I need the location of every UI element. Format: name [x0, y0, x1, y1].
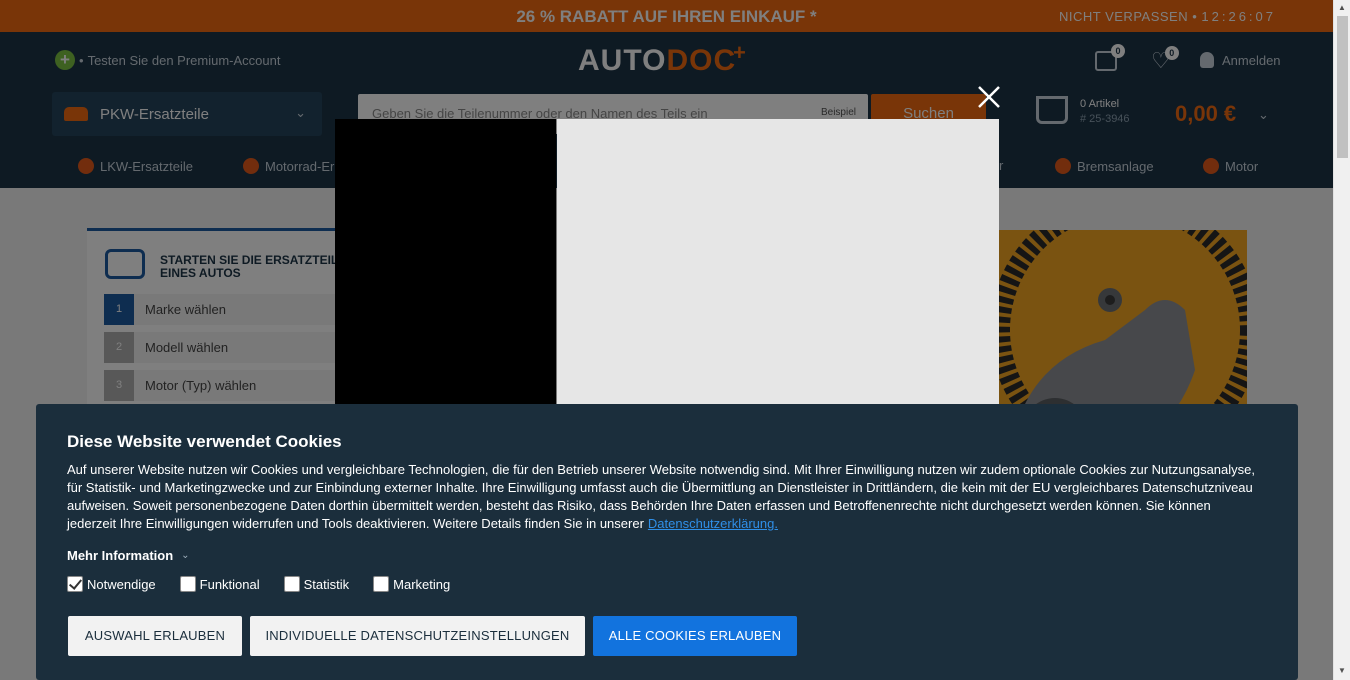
checkbox-label: Statistik [303, 576, 350, 592]
checkbox-funktional[interactable]: Funktional [179, 576, 260, 592]
cookie-categories: Notwendige Funktional Statistik Marketin… [67, 576, 450, 592]
checkbox-label: Marketing [393, 576, 451, 592]
cookie-banner: Diese Website verwendet Cookies Auf unse… [36, 404, 1298, 680]
checkbox-marketing[interactable]: Marketing [373, 576, 450, 592]
close-icon[interactable] [974, 82, 1004, 112]
more-info-toggle[interactable]: Mehr Information ⌄ [67, 548, 190, 563]
cookie-title: Diese Website verwendet Cookies [67, 432, 342, 451]
scroll-thumb[interactable] [1337, 16, 1348, 158]
privacy-policy-link[interactable]: Datenschutzerklärung. [648, 516, 778, 531]
checkbox[interactable] [67, 576, 83, 592]
modal-content-panel [557, 119, 999, 409]
allow-all-cookies-button[interactable]: ALLE COOKIES ERLAUBEN [593, 616, 797, 656]
checkbox-statistik[interactable]: Statistik [283, 576, 350, 592]
allow-selection-button[interactable]: AUSWAHL ERLAUBEN [68, 616, 242, 656]
scroll-up-icon[interactable]: ▲ [1338, 3, 1346, 12]
chevron-down-icon: ⌄ [181, 550, 190, 561]
cookie-description: Auf unserer Website nutzen wir Cookies u… [67, 461, 1257, 533]
scroll-down-icon[interactable]: ▼ [1338, 666, 1346, 675]
more-info-label: Mehr Information [67, 548, 174, 563]
page-scrollbar[interactable]: ▲ ▼ [1333, 0, 1350, 680]
individual-settings-button[interactable]: INDIVIDUELLE DATENSCHUTZEINSTELLUNGEN [250, 616, 585, 656]
checkbox[interactable] [283, 576, 300, 592]
checkbox-label: Funktional [199, 576, 260, 592]
checkbox-label: Notwendige [87, 576, 156, 592]
checkbox[interactable] [373, 576, 390, 592]
checkbox-notwendige[interactable]: Notwendige [67, 576, 156, 592]
video-player[interactable] [335, 119, 556, 409]
checkbox[interactable] [179, 576, 196, 592]
